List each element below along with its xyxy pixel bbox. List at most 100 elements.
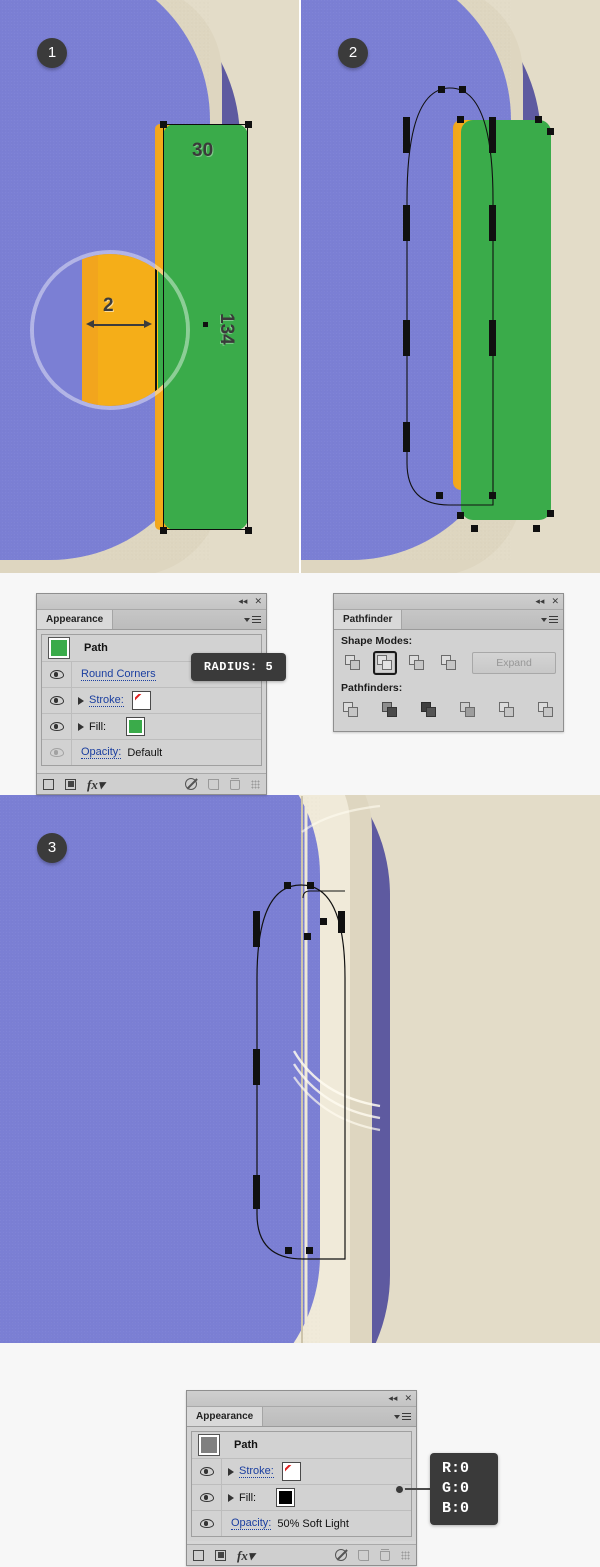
- eye-icon[interactable]: [49, 696, 64, 705]
- bbox-handle-br[interactable]: [245, 527, 252, 534]
- close-icon[interactable]: ✕: [254, 597, 262, 606]
- panel-menu-icon[interactable]: [541, 615, 558, 624]
- path-anchor-bottom-2[interactable]: [489, 492, 496, 499]
- chevron-right-icon[interactable]: [77, 722, 84, 731]
- path-anchor-right-upper[interactable]: [489, 117, 496, 153]
- clear-appearance-icon[interactable]: [185, 778, 197, 790]
- rect-anchor-br2[interactable]: [547, 510, 554, 517]
- expand-button[interactable]: Expand: [472, 652, 556, 674]
- appearance-panel-bottom[interactable]: ◂◂ ✕ Appearance Path Stroke: Fill: Opaci…: [186, 1390, 417, 1566]
- stroke-swatch[interactable]: [281, 1462, 301, 1481]
- rect-anchor-bl2[interactable]: [471, 525, 478, 532]
- path-anchor-right-mid[interactable]: [489, 205, 496, 241]
- delete-item-icon[interactable]: [230, 778, 240, 790]
- path-anchor-left-upper[interactable]: [403, 117, 410, 153]
- rect-anchor-tr2[interactable]: [547, 128, 554, 135]
- add-new-fill-icon[interactable]: [65, 778, 76, 790]
- eye-icon[interactable]: [199, 1467, 214, 1476]
- path-anchor-bottom-1[interactable]: [285, 1247, 292, 1254]
- path-anchor-right-lower[interactable]: [489, 320, 496, 356]
- path-anchor-right-upper[interactable]: [338, 911, 345, 933]
- visibility-toggle[interactable]: [42, 714, 72, 739]
- tab-pathfinder[interactable]: Pathfinder: [334, 610, 403, 629]
- outline-button[interactable]: [497, 698, 517, 722]
- appearance-row-label[interactable]: Opacity:: [231, 1517, 272, 1530]
- tab-appearance[interactable]: Appearance: [37, 610, 114, 629]
- appearance-row-label[interactable]: Opacity:: [81, 746, 122, 759]
- rect-anchor-br[interactable]: [533, 525, 540, 532]
- rect-anchor-tr[interactable]: [535, 116, 542, 123]
- add-effect-icon[interactable]: fx▾: [237, 1549, 254, 1562]
- bbox-handle-bl[interactable]: [160, 527, 167, 534]
- path-anchor-left-lower[interactable]: [403, 320, 410, 356]
- visibility-toggle[interactable]: [42, 662, 72, 687]
- expand-toggle[interactable]: [222, 1493, 239, 1502]
- tab-appearance[interactable]: Appearance: [187, 1407, 264, 1426]
- chevron-right-icon[interactable]: [77, 696, 84, 705]
- eye-icon[interactable]: [199, 1519, 214, 1528]
- stroke-swatch[interactable]: [131, 691, 151, 710]
- close-icon[interactable]: ✕: [404, 1394, 412, 1403]
- pathfinder-panel[interactable]: ◂◂ ✕ Pathfinder Shape Modes: Expand Path…: [333, 593, 564, 732]
- appearance-row-fill[interactable]: Fill:: [192, 1485, 411, 1511]
- add-new-stroke-icon[interactable]: [193, 1549, 204, 1561]
- minus-front-button[interactable]: [373, 651, 397, 675]
- path-anchor-bottom-1[interactable]: [436, 492, 443, 499]
- fill-swatch[interactable]: [126, 717, 146, 736]
- appearance-row-path[interactable]: Path: [192, 1432, 411, 1459]
- bbox-handle-tr[interactable]: [245, 121, 252, 128]
- panel-menu-icon[interactable]: [244, 615, 261, 624]
- path-anchor-left-mid[interactable]: [253, 1049, 260, 1085]
- trim-button[interactable]: [380, 698, 400, 722]
- chevron-right-icon[interactable]: [227, 1467, 234, 1476]
- expand-toggle[interactable]: [72, 722, 89, 731]
- minus-back-button[interactable]: [536, 698, 556, 722]
- visibility-toggle[interactable]: [42, 688, 72, 713]
- duplicate-item-icon[interactable]: [358, 1549, 369, 1561]
- eye-icon[interactable]: [49, 670, 64, 679]
- collapse-icon[interactable]: ◂◂: [535, 597, 544, 606]
- close-icon[interactable]: ✕: [551, 597, 559, 606]
- collapse-icon[interactable]: ◂◂: [238, 597, 247, 606]
- path-anchor-top-2[interactable]: [459, 86, 466, 93]
- path-anchor-top-1[interactable]: [438, 86, 445, 93]
- resize-grip-icon[interactable]: [251, 779, 260, 789]
- crop-button[interactable]: [458, 698, 478, 722]
- path-anchor-inner-1[interactable]: [320, 918, 327, 925]
- appearance-row-label[interactable]: Stroke:: [89, 694, 124, 707]
- unite-button[interactable]: [341, 651, 365, 675]
- exclude-button[interactable]: [437, 651, 461, 675]
- path-anchor-inner-2[interactable]: [304, 933, 311, 940]
- appearance-row-fill[interactable]: Fill:: [42, 714, 261, 740]
- visibility-toggle[interactable]: [192, 1511, 222, 1536]
- add-effect-icon[interactable]: fx▾: [87, 778, 104, 791]
- appearance-row-label[interactable]: Round Corners: [81, 668, 156, 681]
- expand-toggle[interactable]: [72, 696, 89, 705]
- eye-icon[interactable]: [49, 722, 64, 731]
- intersect-button[interactable]: [405, 651, 429, 675]
- path-anchor-top-1[interactable]: [284, 882, 291, 889]
- bbox-handle-tl[interactable]: [160, 121, 167, 128]
- divide-button[interactable]: [341, 698, 361, 722]
- resize-grip-icon[interactable]: [401, 1550, 410, 1560]
- appearance-row-stroke[interactable]: Stroke:: [42, 688, 261, 714]
- clear-appearance-icon[interactable]: [335, 1549, 347, 1561]
- expand-toggle[interactable]: [222, 1467, 239, 1476]
- collapse-icon[interactable]: ◂◂: [388, 1394, 397, 1403]
- eye-icon-dim[interactable]: [49, 748, 64, 757]
- path-anchor-top-2[interactable]: [307, 882, 314, 889]
- eye-icon[interactable]: [199, 1493, 214, 1502]
- add-new-stroke-icon[interactable]: [43, 778, 54, 790]
- visibility-toggle[interactable]: [192, 1459, 222, 1484]
- rect-anchor-bl[interactable]: [457, 512, 464, 519]
- visibility-toggle[interactable]: [42, 740, 72, 765]
- path-anchor-left-bottom[interactable]: [403, 422, 410, 452]
- panel-menu-icon[interactable]: [394, 1412, 411, 1421]
- visibility-toggle[interactable]: [192, 1485, 222, 1510]
- appearance-row-label[interactable]: Stroke:: [239, 1465, 274, 1478]
- delete-item-icon[interactable]: [380, 1549, 390, 1561]
- path-anchor-left-lower[interactable]: [253, 1175, 260, 1209]
- merge-button[interactable]: [419, 698, 439, 722]
- fill-swatch[interactable]: [276, 1488, 296, 1507]
- appearance-panel[interactable]: ◂◂ ✕ Appearance Path Round Corners Strok…: [36, 593, 267, 795]
